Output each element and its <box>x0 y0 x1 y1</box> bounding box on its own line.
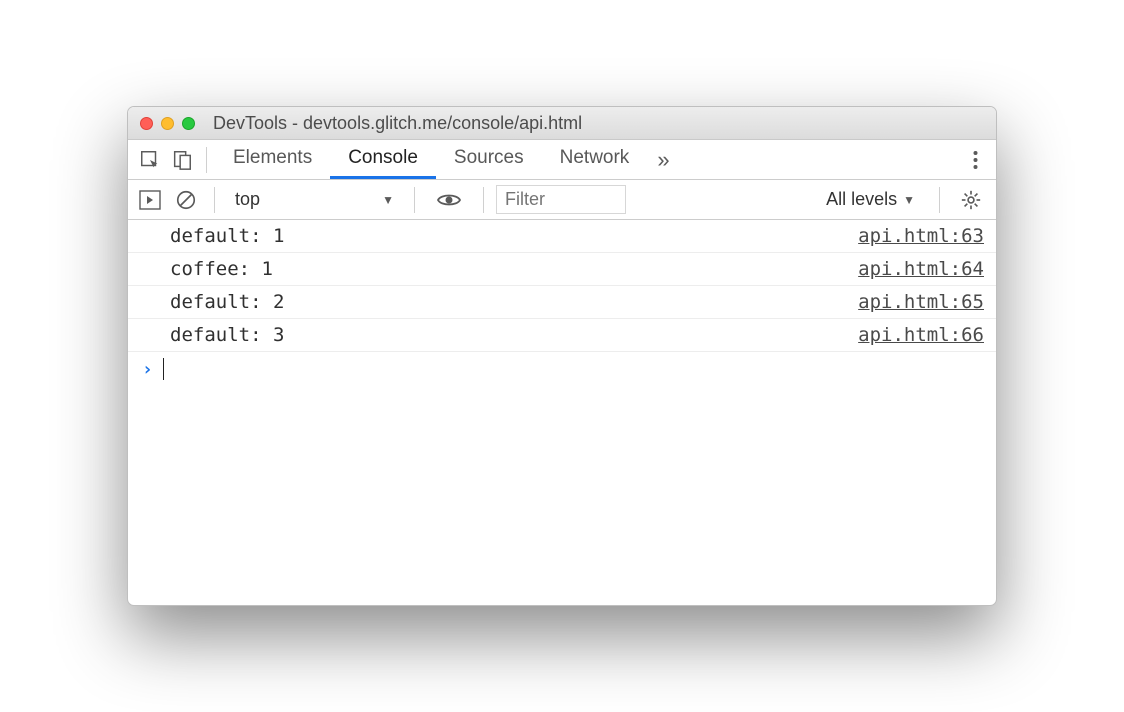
console-settings-icon[interactable] <box>952 189 990 211</box>
chevron-down-icon: ▼ <box>903 193 915 207</box>
console-toolbar: top ▼ All levels ▼ <box>128 180 996 220</box>
divider <box>206 147 207 173</box>
filter-input[interactable] <box>496 185 626 214</box>
tab-console[interactable]: Console <box>330 140 436 179</box>
source-link[interactable]: api.html:65 <box>858 291 984 313</box>
log-message: default: 1 <box>170 225 284 247</box>
window-controls <box>140 117 195 130</box>
device-toggle-icon[interactable] <box>166 140 198 180</box>
console-output: default: 1 api.html:63 coffee: 1 api.htm… <box>128 220 996 605</box>
context-label: top <box>235 189 260 210</box>
divider <box>483 187 484 213</box>
titlebar: DevTools - devtools.glitch.me/console/ap… <box>128 107 996 140</box>
console-row: coffee: 1 api.html:64 <box>128 253 996 286</box>
prompt-chevron-icon: › <box>142 359 153 380</box>
console-row: default: 3 api.html:66 <box>128 319 996 352</box>
tab-sources[interactable]: Sources <box>436 140 542 179</box>
source-link[interactable]: api.html:63 <box>858 225 984 247</box>
tab-elements[interactable]: Elements <box>215 140 330 179</box>
console-row: default: 1 api.html:63 <box>128 220 996 253</box>
chevron-down-icon: ▼ <box>382 193 394 207</box>
context-selector[interactable]: top ▼ <box>227 186 402 214</box>
more-tabs-icon[interactable]: » <box>647 147 676 173</box>
panel-tabs: Elements Console Sources Network <box>215 140 647 179</box>
log-message: default: 2 <box>170 291 284 313</box>
devtools-window: DevTools - devtools.glitch.me/console/ap… <box>127 106 997 606</box>
text-cursor <box>163 358 164 380</box>
inspect-element-icon[interactable] <box>134 140 166 180</box>
console-prompt[interactable]: › <box>128 352 996 386</box>
levels-label: All levels <box>826 189 897 210</box>
close-window-button[interactable] <box>140 117 153 130</box>
window-title: DevTools - devtools.glitch.me/console/ap… <box>213 113 582 134</box>
clear-console-icon[interactable] <box>170 180 202 220</box>
minimize-window-button[interactable] <box>161 117 174 130</box>
settings-menu-icon[interactable] <box>960 150 990 170</box>
main-toolbar: Elements Console Sources Network » <box>128 140 996 180</box>
log-levels-selector[interactable]: All levels ▼ <box>814 189 927 210</box>
maximize-window-button[interactable] <box>182 117 195 130</box>
tab-network[interactable]: Network <box>542 140 648 179</box>
divider <box>414 187 415 213</box>
source-link[interactable]: api.html:64 <box>858 258 984 280</box>
log-message: coffee: 1 <box>170 258 273 280</box>
divider <box>214 187 215 213</box>
source-link[interactable]: api.html:66 <box>858 324 984 346</box>
log-message: default: 3 <box>170 324 284 346</box>
live-expression-icon[interactable] <box>427 192 471 208</box>
divider <box>939 187 940 213</box>
toggle-sidebar-icon[interactable] <box>134 180 166 220</box>
console-row: default: 2 api.html:65 <box>128 286 996 319</box>
